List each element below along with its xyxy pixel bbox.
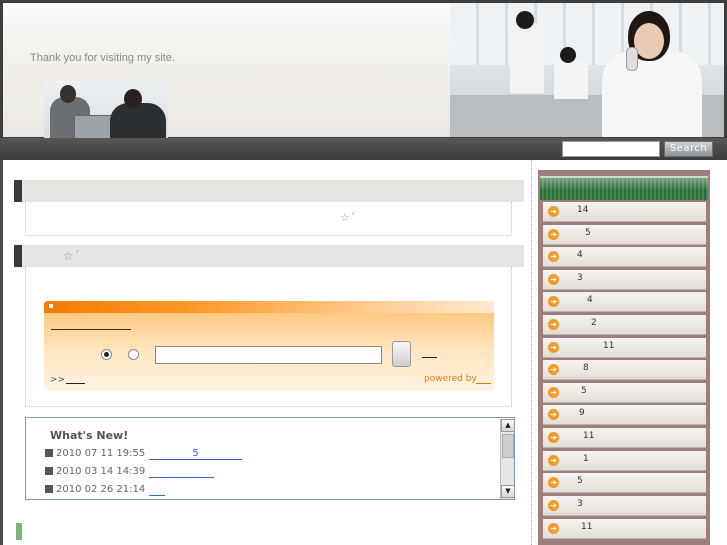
section-body-1: ☆´ bbox=[25, 202, 512, 236]
section-header-1 bbox=[14, 180, 524, 202]
sidebar-item[interactable]: ➔ 5 bbox=[543, 225, 706, 245]
sidebar-item[interactable]: ➔ 9 bbox=[543, 405, 706, 425]
square-bullet-icon bbox=[45, 449, 53, 457]
search-input[interactable] bbox=[562, 141, 660, 157]
widget-dot-icon bbox=[49, 304, 53, 308]
sidebar-item-label: 3 bbox=[577, 499, 583, 509]
arrow-right-circle-icon: ➔ bbox=[548, 206, 559, 217]
site-header: Thank you for visiting my site. bbox=[0, 0, 727, 140]
widget-search-input[interactable] bbox=[155, 346, 382, 364]
search-widget: >> powered by bbox=[44, 301, 494, 391]
whats-new-box: What's New! 2010 07 11 19:55 5 2010 03 1… bbox=[25, 417, 515, 500]
widget-more-link[interactable] bbox=[66, 383, 85, 384]
sidebar-item[interactable]: ➔ 3 bbox=[543, 496, 706, 516]
sidebar-panel: ➔ 14 ➔ 5 ➔ 4 ➔ 3 ➔ 4 ➔ 2 ➔ 11 ➔ 8 ➔ 5 ➔ 9 ➔ 11 ➔ 1 ➔… bbox=[538, 170, 710, 545]
sidebar-item-label: 5 bbox=[577, 476, 583, 486]
sidebar-item-label: 4 bbox=[577, 250, 583, 260]
news-date: 2010 07 11 19:55 bbox=[56, 448, 146, 459]
news-date: 2010 03 14 14:39 bbox=[56, 466, 146, 477]
news-link[interactable]: 5 bbox=[149, 448, 242, 460]
arrow-right-circle-icon: ➔ bbox=[548, 364, 559, 375]
sidebar-item[interactable]: ➔ 3 bbox=[543, 270, 706, 290]
arrow-right-circle-icon: ➔ bbox=[548, 319, 559, 330]
search-button[interactable]: Search bbox=[664, 141, 713, 157]
site-tagline: Thank you for visiting my site. bbox=[30, 52, 175, 64]
arrow-right-circle-icon: ➔ bbox=[548, 409, 559, 420]
news-item: 2010 03 14 14:39 bbox=[45, 466, 214, 480]
arrow-right-circle-icon: ➔ bbox=[548, 387, 559, 398]
scroll-thumb[interactable] bbox=[502, 434, 514, 458]
search-scope-radio-2[interactable] bbox=[128, 349, 139, 360]
whats-new-title: What's New! bbox=[50, 429, 129, 442]
section-header-2: ☆´ bbox=[14, 245, 524, 267]
widget-title-link[interactable] bbox=[51, 329, 131, 330]
sidebar: ➔ 14 ➔ 5 ➔ 4 ➔ 3 ➔ 4 ➔ 2 ➔ 11 ➔ 8 ➔ 5 ➔ 9 ➔ 11 ➔ 1 ➔… bbox=[531, 160, 727, 545]
arrow-right-circle-icon: ➔ bbox=[548, 274, 559, 285]
scroll-down-arrow-icon[interactable]: ▼ bbox=[501, 485, 515, 498]
header-banner: Thank you for visiting my site. bbox=[3, 3, 450, 140]
sidebar-item[interactable]: ➔ 11 bbox=[543, 519, 706, 539]
sidebar-item[interactable]: ➔ 4 bbox=[543, 247, 706, 267]
section-star-text: ☆´ bbox=[63, 249, 80, 263]
widget-search-button[interactable] bbox=[392, 341, 411, 367]
sidebar-item-label: 5 bbox=[581, 386, 587, 396]
powered-by-link[interactable] bbox=[476, 383, 491, 384]
sidebar-item[interactable]: ➔ 2 bbox=[543, 315, 706, 335]
arrow-right-circle-icon: ➔ bbox=[548, 229, 559, 240]
sidebar-item-label: 11 bbox=[581, 522, 593, 532]
powered-by-label: powered by bbox=[424, 374, 477, 384]
sidebar-item-label: 1 bbox=[583, 454, 589, 464]
arrow-right-circle-icon: ➔ bbox=[548, 500, 559, 511]
arrow-right-circle-icon: ➔ bbox=[548, 477, 559, 488]
sidebar-item-label: 3 bbox=[577, 273, 583, 283]
news-item: 2010 02 26 21:14 bbox=[45, 484, 165, 498]
sidebar-item[interactable]: ➔ 11 bbox=[543, 428, 706, 448]
square-bullet-icon bbox=[45, 485, 53, 493]
arrow-right-circle-icon: ➔ bbox=[548, 251, 559, 262]
sidebar-header bbox=[540, 176, 708, 200]
search-scope-radio-1[interactable] bbox=[101, 349, 112, 360]
widget-side-link[interactable] bbox=[422, 357, 437, 358]
sidebar-item-label: 11 bbox=[583, 431, 595, 441]
sidebar-item-label: 14 bbox=[577, 205, 589, 215]
news-link[interactable] bbox=[149, 484, 165, 496]
news-item: 2010 07 11 19:55 5 bbox=[45, 448, 242, 462]
sidebar-item[interactable]: ➔ 8 bbox=[543, 360, 706, 380]
sidebar-item-label: 11 bbox=[603, 341, 615, 351]
arrow-right-circle-icon: ➔ bbox=[548, 342, 559, 353]
sidebar-item-label: 5 bbox=[585, 228, 591, 238]
news-scrollbar[interactable]: ▲ ▼ bbox=[500, 419, 515, 499]
main-content: ☆´ ☆´ >> powered by What's New! 2010 07 … bbox=[3, 160, 531, 545]
sidebar-item-label: 2 bbox=[591, 318, 597, 328]
widget-more-label: >> bbox=[50, 375, 66, 385]
widget-title-bar bbox=[44, 301, 494, 313]
phone-icon bbox=[626, 47, 638, 71]
arrow-right-circle-icon: ➔ bbox=[548, 296, 559, 307]
square-bullet-icon bbox=[45, 467, 53, 475]
arrow-right-circle-icon: ➔ bbox=[548, 432, 559, 443]
sidebar-item[interactable]: ➔ 11 bbox=[543, 338, 706, 358]
section-marker-green bbox=[16, 523, 22, 540]
sidebar-item[interactable]: ➔ 5 bbox=[543, 383, 706, 403]
sidebar-item-label: 4 bbox=[587, 295, 593, 305]
arrow-right-circle-icon: ➔ bbox=[548, 455, 559, 466]
section-marker bbox=[14, 245, 22, 267]
sidebar-item[interactable]: ➔ 14 bbox=[543, 202, 706, 222]
news-link[interactable] bbox=[149, 466, 214, 478]
header-office-photo bbox=[450, 3, 724, 137]
header-thumbnail-image bbox=[44, 81, 168, 140]
section-marker bbox=[14, 180, 22, 202]
scroll-up-arrow-icon[interactable]: ▲ bbox=[501, 419, 515, 432]
sidebar-item[interactable]: ➔ 5 bbox=[543, 473, 706, 493]
sidebar-item-label: 8 bbox=[583, 363, 589, 373]
section-star-text: ☆´ bbox=[340, 211, 356, 224]
arrow-right-circle-icon: ➔ bbox=[548, 523, 559, 534]
sidebar-item[interactable]: ➔ 4 bbox=[543, 292, 706, 312]
sidebar-item[interactable]: ➔ 1 bbox=[543, 451, 706, 471]
sidebar-item-label: 9 bbox=[579, 408, 585, 418]
news-date: 2010 02 26 21:14 bbox=[56, 484, 146, 495]
